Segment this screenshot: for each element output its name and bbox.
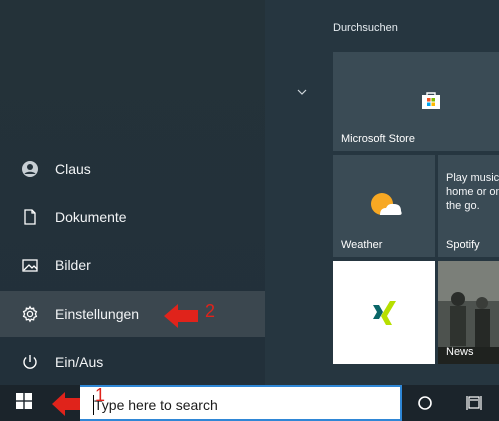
pictures-icon xyxy=(21,256,39,274)
tile-label-store: Microsoft Store xyxy=(341,133,415,145)
task-view-icon[interactable] xyxy=(465,394,483,412)
rail-item-label-pictures: Bilder xyxy=(55,257,91,273)
annotation-arrow-2 xyxy=(164,304,200,328)
tile-desc-spotify: Play music at home or on the go. xyxy=(446,172,499,212)
rail-item-pictures[interactable]: Bilder xyxy=(0,242,265,288)
taskbar: Type here to search 1 xyxy=(0,385,499,421)
taskbar-search-box[interactable]: Type here to search xyxy=(80,385,402,421)
document-icon xyxy=(21,208,39,226)
rail-item-label-settings: Einstellungen xyxy=(55,306,140,322)
rail-item-label-power: Ein/Aus xyxy=(55,354,104,370)
tile-weather[interactable]: Weather xyxy=(333,155,435,257)
annotation-label-2: 2 xyxy=(205,301,216,321)
user-avatar-icon xyxy=(21,160,39,178)
weather-icon xyxy=(368,191,404,219)
rail-item-label-documents: Dokumente xyxy=(55,209,127,225)
tile-microsoft-store[interactable]: Microsoft Store xyxy=(333,52,499,151)
start-button[interactable] xyxy=(0,385,48,421)
rail-item-power[interactable]: Ein/Aus xyxy=(0,339,265,385)
start-rail: Claus Dokumente Bilder Einstellungen Ein… xyxy=(0,0,265,385)
rail-item-settings[interactable]: Einstellungen xyxy=(0,291,265,337)
rail-item-user[interactable]: Claus xyxy=(0,146,265,192)
tile-xing[interactable] xyxy=(333,261,435,364)
windows-logo-icon xyxy=(16,392,32,414)
rail-item-label-user: Claus xyxy=(55,161,91,177)
cortana-icon[interactable] xyxy=(416,394,434,412)
chevron-down-icon[interactable] xyxy=(296,85,308,97)
power-icon xyxy=(21,353,39,371)
gear-icon xyxy=(21,305,39,323)
tile-spotify[interactable]: Play music at home or on the go. Spotify xyxy=(438,155,499,257)
rail-item-documents[interactable]: Dokumente xyxy=(0,194,265,240)
store-bag-icon xyxy=(421,90,441,110)
tile-group-header: Durchsuchen xyxy=(333,22,398,34)
xing-logo-icon xyxy=(370,299,398,327)
tile-label-news: News xyxy=(446,346,474,358)
tile-label-spotify: Spotify xyxy=(446,239,480,251)
tile-news[interactable]: News xyxy=(438,261,499,364)
search-placeholder: Type here to search xyxy=(94,397,218,413)
annotation-label-1: 1 xyxy=(95,385,106,405)
start-menu: Claus Dokumente Bilder Einstellungen Ein… xyxy=(0,0,499,385)
tile-label-weather: Weather xyxy=(341,239,383,251)
